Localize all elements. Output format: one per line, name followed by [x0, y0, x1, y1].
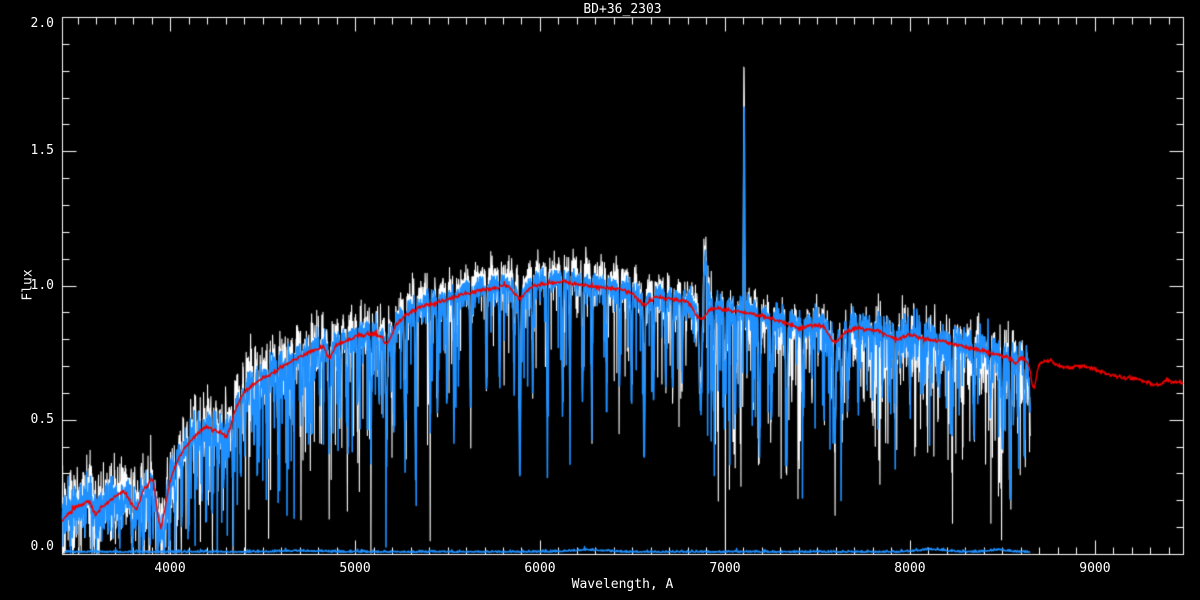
x-tick-label: 4000 [154, 561, 186, 576]
y-tick-label: 0.5 [30, 411, 54, 427]
y-tick-label: 2.0 [30, 16, 54, 31]
x-tick-label: 6000 [524, 561, 556, 576]
spectrum-plot-canvas [0, 0, 1200, 600]
x-tick-label: 7000 [709, 561, 741, 576]
x-tick-label: 8000 [894, 561, 926, 576]
chart-title: BD+36_2303 [583, 2, 662, 17]
x-axis-label: Wavelength, A [571, 577, 674, 592]
y-tick-label: 0.0 [30, 539, 54, 554]
x-tick-label: 5000 [339, 561, 371, 576]
x-tick-label: 9000 [1079, 561, 1111, 576]
y-tick-label: 1.5 [30, 143, 54, 159]
spectrum-figure: BD+36_2303 Wavelength, A Flux 4000 5000 60… [0, 0, 1200, 600]
y-tick-label: 1.0 [30, 277, 54, 293]
